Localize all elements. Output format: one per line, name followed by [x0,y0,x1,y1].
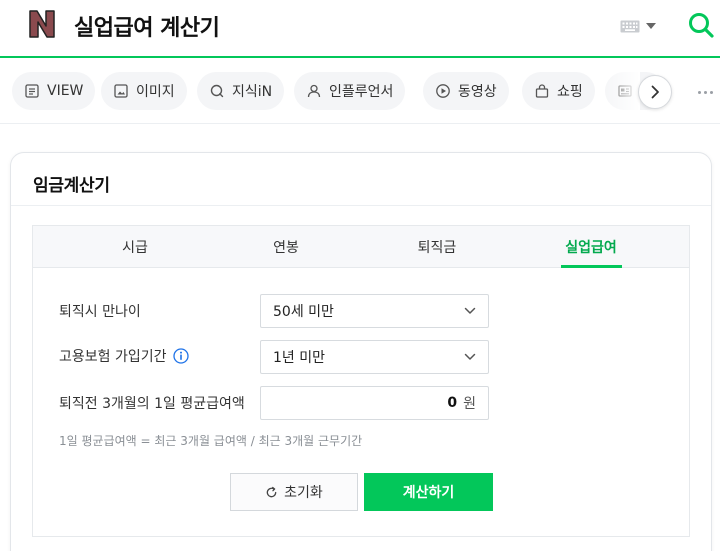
refresh-icon [266,486,277,497]
age-select-value: 50세 미만 [273,304,334,320]
tab-video[interactable]: 동영상 [423,72,509,110]
tab-label: 인플루언서 [329,84,394,100]
insurance-period-label-text: 고용보험 가입기간 [59,349,167,365]
tab-knowledge-in[interactable]: 지식iN [197,72,285,110]
average-wage-value: 0 [447,395,458,411]
tab-unemployment-benefit[interactable]: 실업급여 [521,226,661,268]
keyboard-toggle-button[interactable] [620,17,668,35]
tab-label: 지식iN [232,84,273,100]
play-icon [436,84,450,98]
search-query-text[interactable]: 실업급여 계산기 [74,10,220,42]
tab-scroll-next-button[interactable] [638,75,672,109]
tab-influencer[interactable]: 인플루언서 [294,72,406,110]
tab-scroll-fade [600,60,640,123]
divider [11,205,711,206]
tab-label: 동영상 [458,84,497,100]
search-icon[interactable] [687,11,715,39]
reset-button-label: 초기화 [284,485,323,501]
tab-shopping[interactable]: 쇼핑 [522,72,595,110]
keyboard-icon [620,20,640,32]
info-icon[interactable] [172,348,189,364]
age-label-text: 퇴직시 만나이 [59,304,141,320]
knowledge-icon [210,84,224,98]
tab-view[interactable]: VIEW [12,72,96,110]
active-tab-underline [561,265,622,268]
tab-hourly-wage[interactable]: 시급 [65,226,205,268]
wage-calculator-card: 임금계산기 시급 연봉 퇴직금 실업급여 퇴직시 만나이 50세 미만 고용보험… [10,152,712,551]
search-tab-bar: VIEW 이미지 지식iN 인플루언서 동영상 쇼핑 [0,60,720,124]
reset-button[interactable]: 초기화 [230,473,358,511]
chevron-right-icon [651,85,659,99]
average-wage-label-text: 퇴직전 3개월의 1일 평균급여액 [59,396,245,412]
insurance-period-select-value: 1년 미만 [273,350,325,366]
calculator-panel: 시급 연봉 퇴직금 실업급여 퇴직시 만나이 50세 미만 고용보험 가입기간 … [32,225,690,537]
search-header: 실업급여 계산기 [0,0,720,58]
card-title: 임금계산기 [33,176,110,196]
formula-note: 1일 평균급여액 = 최근 3개월 급여액 / 최근 3개월 근무기간 [59,434,363,448]
image-icon [114,84,128,98]
calculate-button[interactable]: 계산하기 [364,473,493,511]
average-wage-label: 퇴직전 3개월의 1일 평균급여액 [59,393,245,413]
naver-logo-icon[interactable] [27,9,57,39]
shopping-bag-icon [535,84,549,98]
tab-severance-pay[interactable]: 퇴직금 [367,226,507,268]
view-icon [25,84,39,98]
more-dots-icon[interactable] [691,79,719,105]
age-select[interactable]: 50세 미만 [260,294,489,328]
insurance-period-select[interactable]: 1년 미만 [260,340,489,374]
tab-label: 쇼핑 [557,84,583,100]
tab-label: VIEW [47,83,84,99]
chevron-down-icon [464,353,476,360]
currency-unit: 원 [463,396,476,412]
calculator-tabs: 시급 연봉 퇴직금 실업급여 [33,226,689,268]
tab-label: 이미지 [136,84,175,100]
tab-annual-salary[interactable]: 연봉 [216,226,356,268]
chevron-down-icon [646,23,656,29]
tab-image[interactable]: 이미지 [101,72,187,110]
average-wage-input[interactable]: 0 원 [260,386,489,420]
insurance-period-label: 고용보험 가입기간 [59,346,189,366]
chevron-down-icon [464,307,476,314]
age-label: 퇴직시 만나이 [59,301,141,321]
person-icon [307,84,321,98]
